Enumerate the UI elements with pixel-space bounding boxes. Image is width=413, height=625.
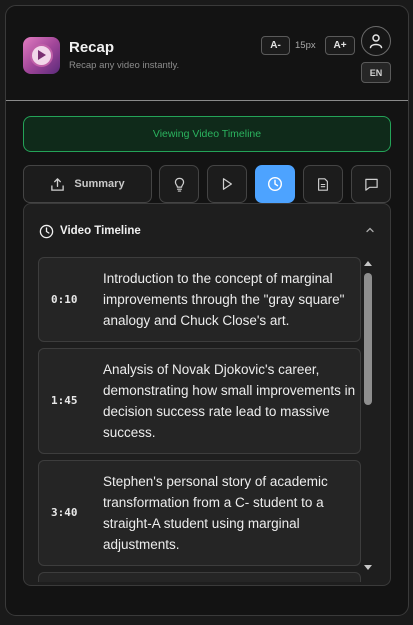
chat-button[interactable] [351, 165, 391, 203]
play-circle-logo-icon [23, 37, 60, 74]
video-timeline-card: Video Timeline 0:10 Introduction to the … [23, 203, 391, 586]
timeline-button[interactable] [255, 165, 295, 203]
app-header: Recap Recap any video instantly. A- 15px… [6, 6, 408, 101]
lightbulb-icon [174, 177, 184, 192]
scroll-up-arrow-icon[interactable] [364, 261, 372, 266]
recap-panel: Recap Recap any video instantly. A- 15px… [5, 5, 409, 616]
scroll-down-arrow-icon[interactable] [364, 565, 372, 570]
export-icon [51, 177, 65, 191]
app-title: Recap [69, 39, 115, 56]
scrollbar-thumb[interactable] [364, 273, 372, 405]
entry-description: Introduction to the concept of marginal … [103, 271, 345, 328]
timeline-entry[interactable]: 3:40 Stephen's personal story of academi… [38, 460, 361, 566]
transcript-button[interactable] [303, 165, 343, 203]
font-increase-button[interactable]: A+ [325, 36, 355, 55]
chat-icon [364, 178, 378, 191]
timeline-title: Video Timeline [60, 225, 141, 237]
summary-label: Summary [74, 178, 125, 190]
font-decrease-button[interactable]: A- [261, 36, 290, 55]
scrollbar[interactable] [363, 261, 372, 571]
entry-description: Analysis of Novak Djokovic's career, dem… [103, 362, 356, 440]
timestamp[interactable]: 1:45 [51, 394, 78, 407]
document-icon [318, 177, 328, 191]
timeline-entries: 0:10 Introduction to the concept of marg… [38, 257, 361, 582]
clock-icon [267, 176, 283, 192]
timestamp[interactable]: 0:10 [51, 293, 78, 306]
summary-button[interactable]: Summary [23, 165, 152, 203]
timeline-entry[interactable] [38, 572, 361, 582]
timeline-entry[interactable]: 0:10 Introduction to the concept of marg… [38, 257, 361, 342]
status-banner: Viewing Video Timeline [23, 116, 391, 152]
entry-description: Stephen's personal story of academic tra… [103, 474, 328, 552]
app-subtitle: Recap any video instantly. [69, 60, 180, 71]
user-icon [369, 34, 383, 49]
chevron-up-icon[interactable] [365, 225, 375, 235]
play-button[interactable] [207, 165, 247, 203]
timestamp[interactable]: 3:40 [51, 506, 78, 519]
insights-button[interactable] [159, 165, 199, 203]
timeline-entry[interactable]: 1:45 Analysis of Novak Djokovic's career… [38, 348, 361, 454]
play-icon [222, 178, 232, 190]
clock-icon [39, 224, 54, 239]
language-button[interactable]: EN [361, 62, 391, 83]
font-size-value: 15px [295, 40, 316, 51]
user-button[interactable] [361, 26, 391, 56]
